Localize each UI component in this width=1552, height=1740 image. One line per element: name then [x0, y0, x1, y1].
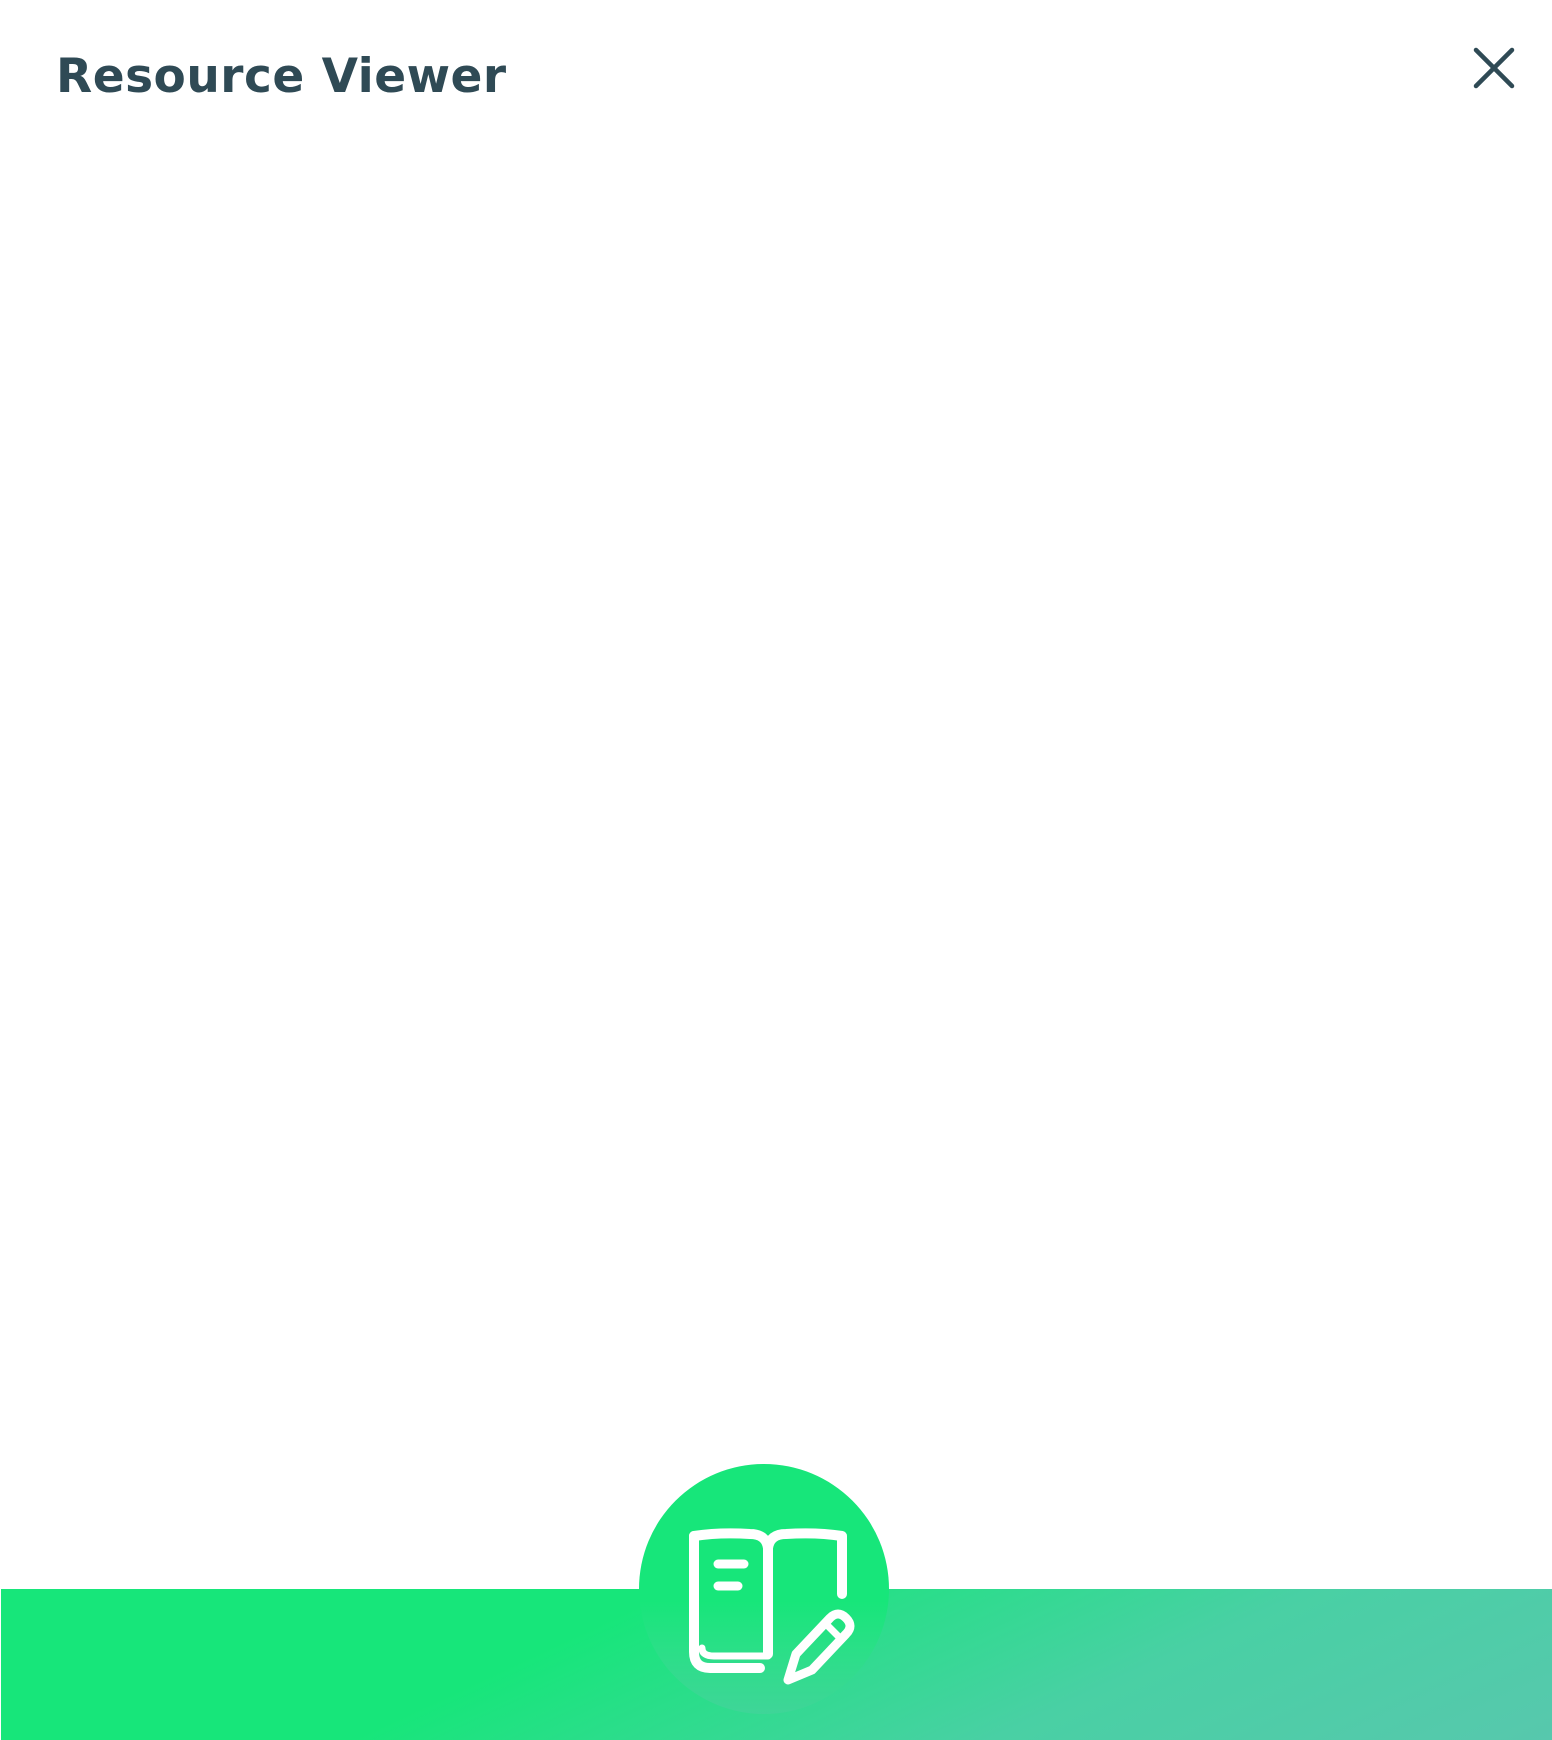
- close-button[interactable]: [1466, 40, 1522, 96]
- resource-content-area: [0, 130, 1552, 1460]
- book-edit-icon: [689, 1528, 855, 1685]
- page-title: Resource Viewer: [56, 49, 507, 104]
- close-icon: [1473, 47, 1515, 89]
